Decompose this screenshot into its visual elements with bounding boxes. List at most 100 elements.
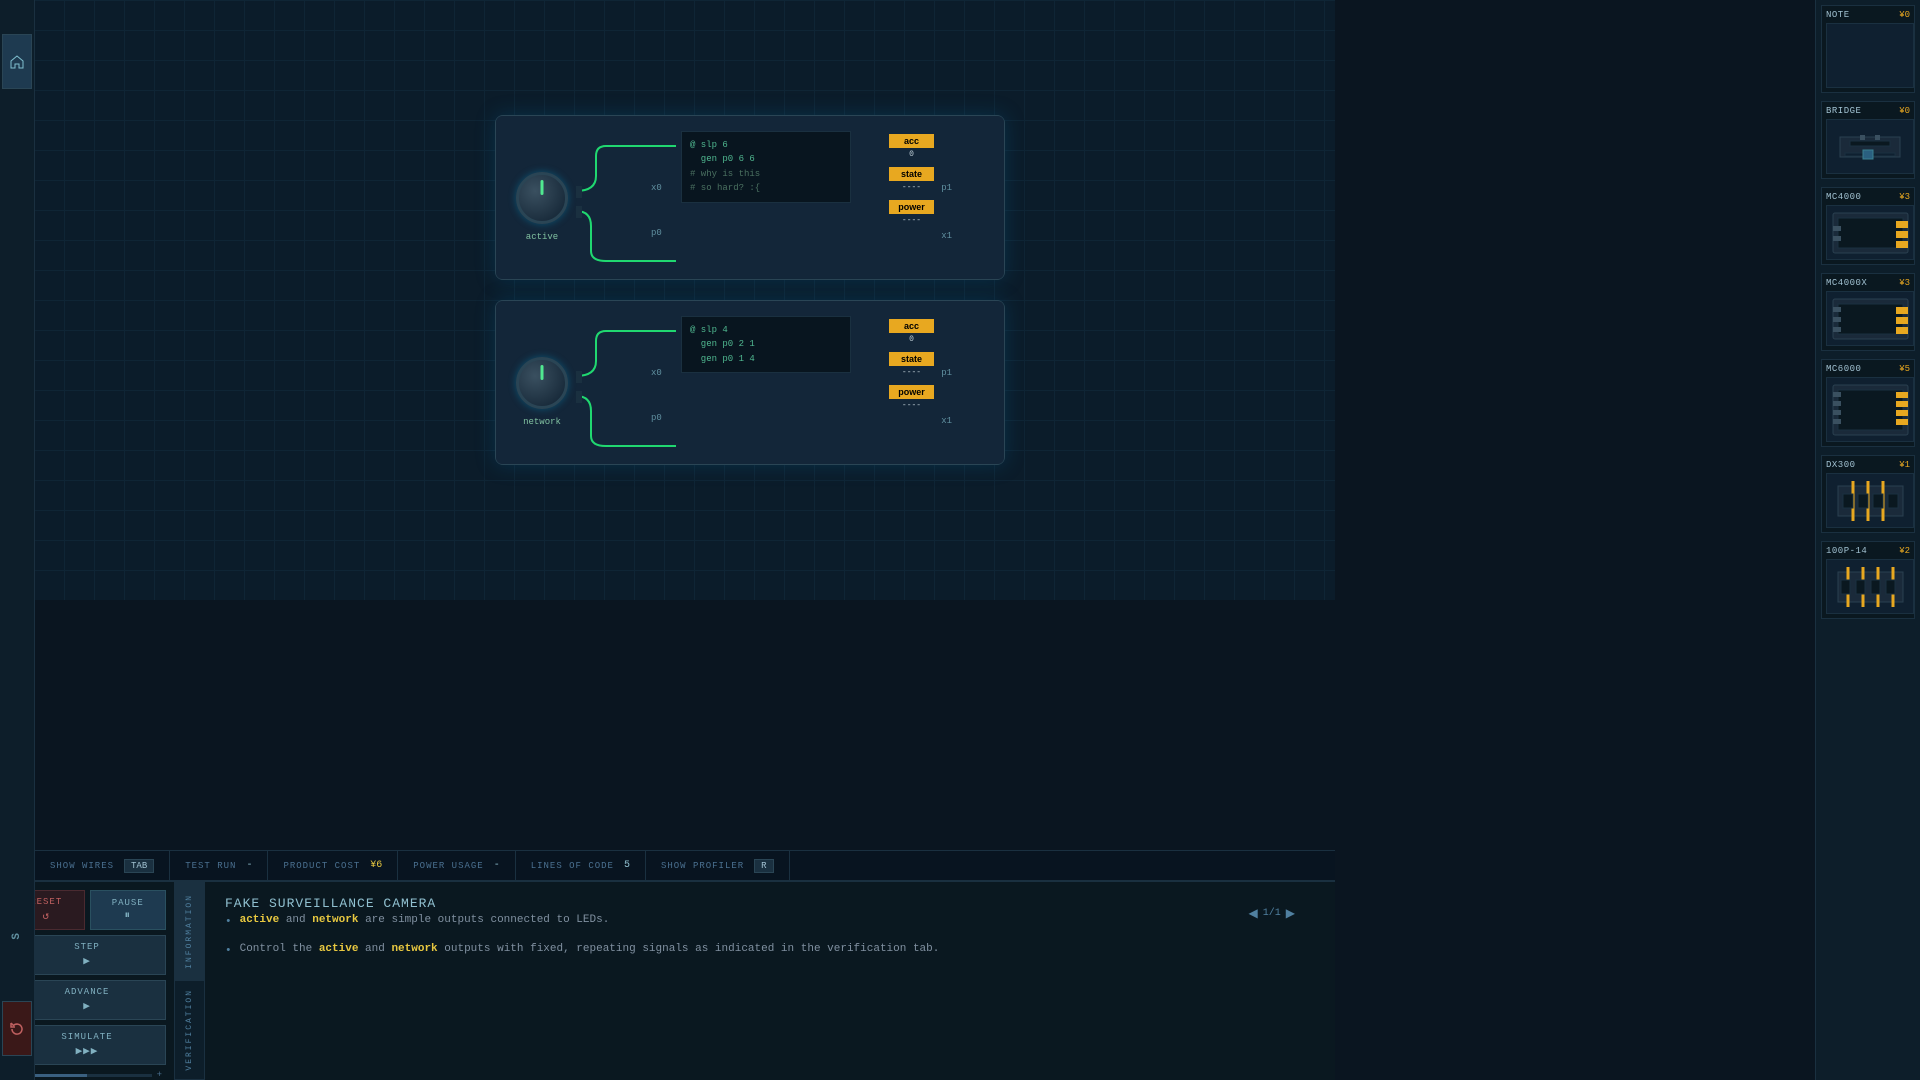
nav-prev-button[interactable]: ◀ bbox=[1248, 906, 1257, 920]
active-label: active bbox=[526, 232, 558, 242]
bullet-1-middle1: and bbox=[286, 914, 312, 926]
active-code-line-2: gen p0 6 6 bbox=[690, 152, 842, 166]
bullet-2: • Control the active and network outputs… bbox=[225, 941, 1315, 960]
active-acc-btn[interactable]: acc bbox=[889, 134, 934, 148]
network-p1-label: p1 bbox=[941, 368, 952, 378]
puzzle-nav: ◀ 1/1 ▶ bbox=[1248, 906, 1295, 920]
pause-label: PAUSE bbox=[112, 898, 144, 908]
active-state-val: ---- bbox=[902, 183, 921, 192]
bullet-2-keyword2: network bbox=[391, 943, 437, 955]
test-run-value: - bbox=[246, 860, 252, 871]
pause-icon: ⏸ bbox=[95, 910, 162, 922]
dx300-name: DX300 bbox=[1826, 460, 1856, 470]
mc6000-name: MC6000 bbox=[1826, 364, 1861, 374]
bridge-price: ¥0 bbox=[1899, 106, 1910, 116]
puzzle-title: FAKE SURVEILLANCE CAMERA bbox=[225, 896, 436, 911]
lines-of-code-label: LINES OF CODE bbox=[531, 861, 614, 871]
dx300-price: ¥1 bbox=[1899, 460, 1910, 470]
simulate-icon: ▶▶▶ bbox=[13, 1044, 161, 1058]
vol-plus: + bbox=[157, 1070, 162, 1080]
network-power-btn[interactable]: power bbox=[889, 385, 934, 399]
power-usage-value: - bbox=[494, 860, 500, 871]
mc4000x-price: ¥3 bbox=[1899, 278, 1910, 288]
bullet-1-after: are simple outputs connected to LEDs. bbox=[365, 914, 609, 926]
100p14-name: 100P-14 bbox=[1826, 546, 1867, 556]
reset-label: RESET bbox=[30, 897, 62, 907]
home-button[interactable] bbox=[2, 34, 32, 89]
bridge-preview bbox=[1826, 119, 1914, 174]
active-p1-label: p1 bbox=[941, 183, 952, 193]
mc6000-price: ¥5 bbox=[1899, 364, 1910, 374]
network-code-line-2: gen p0 2 1 bbox=[690, 337, 842, 351]
network-card: network x0 @ slp 4 gen p0 2 1 gen p0 1 4 bbox=[495, 300, 1005, 465]
advance-label: ADVANCE bbox=[65, 987, 110, 997]
status-bar: SHOW WIRES TAB TEST RUN - PRODUCT COST ¥… bbox=[35, 850, 1335, 880]
network-code-line-3: gen p0 1 4 bbox=[690, 352, 842, 366]
bullet-1-keyword1: active bbox=[240, 914, 280, 926]
active-power-val: ---- bbox=[902, 216, 921, 225]
network-power-val: ---- bbox=[902, 401, 921, 410]
right-sidebar: NOTE ¥0 BRIDGE ¥0 MC4000 ¥3 bbox=[1815, 0, 1920, 1080]
bottom-panel: RESET ↺ PAUSE ⏸ STEP ▶ ADVANCE ▶ SIMULAT… bbox=[0, 880, 1335, 1080]
nav-next-button[interactable]: ▶ bbox=[1286, 906, 1295, 920]
show-wires-segment[interactable]: SHOW WIRES TAB bbox=[35, 851, 170, 880]
show-profiler-key: R bbox=[754, 859, 773, 873]
bullet-2-after: outputs with fixed, repeating signals as… bbox=[444, 943, 939, 955]
tab-information[interactable]: INFORMATION bbox=[175, 882, 204, 981]
mc6000-preview bbox=[1826, 377, 1914, 442]
network-x1-label: x1 bbox=[941, 416, 952, 426]
test-run-segment: TEST RUN - bbox=[170, 851, 268, 880]
show-profiler-segment[interactable]: SHOW PROFILER R bbox=[646, 851, 790, 880]
network-x0-label: x0 bbox=[651, 368, 662, 378]
scorp-logo: S bbox=[0, 926, 35, 945]
scorp-text: S bbox=[11, 931, 23, 940]
component-dx300[interactable]: DX300 ¥1 bbox=[1821, 455, 1915, 533]
bullet-2-keyword1: active bbox=[319, 943, 359, 955]
component-bridge[interactable]: BRIDGE ¥0 bbox=[1821, 101, 1915, 179]
page-indicator: 1/1 bbox=[1263, 908, 1281, 919]
component-mc4000[interactable]: MC4000 ¥3 bbox=[1821, 187, 1915, 265]
component-mc6000[interactable]: MC6000 ¥5 bbox=[1821, 359, 1915, 447]
component-100p14[interactable]: 100P-14 ¥2 bbox=[1821, 541, 1915, 619]
info-tabs: INFORMATION VERIFICATION bbox=[175, 882, 205, 1080]
show-wires-key: TAB bbox=[124, 859, 154, 873]
network-state-btn[interactable]: state bbox=[889, 352, 934, 366]
active-power-btn[interactable]: power bbox=[889, 200, 934, 214]
power-usage-segment: POWER USAGE - bbox=[398, 851, 515, 880]
dx300-preview bbox=[1826, 473, 1914, 528]
undo-button[interactable] bbox=[2, 1001, 32, 1056]
power-usage-label: POWER USAGE bbox=[413, 861, 483, 871]
step-label: STEP bbox=[74, 942, 100, 952]
advance-icon: ▶ bbox=[13, 999, 161, 1013]
network-state-val: ---- bbox=[902, 368, 921, 377]
product-cost-label: PRODUCT COST bbox=[283, 861, 360, 871]
tab-verification[interactable]: VERIFICATION bbox=[175, 981, 204, 1080]
active-state-btn[interactable]: state bbox=[889, 167, 934, 181]
bullet-2-middle: and bbox=[365, 943, 391, 955]
network-code-line-1: @ slp 4 bbox=[690, 323, 842, 337]
active-card: active x0 @ slp 6 gen p0 6 6 # why is th… bbox=[495, 115, 1005, 280]
product-cost-value: ¥6 bbox=[370, 860, 382, 871]
tab-verification-label: VERIFICATION bbox=[185, 989, 194, 1071]
active-x0-label: x0 bbox=[651, 183, 662, 193]
mc4000-preview bbox=[1826, 205, 1914, 260]
info-content: FAKE SURVEILLANCE CAMERA ◀ 1/1 ▶ • activ… bbox=[205, 882, 1335, 1080]
product-cost-segment: PRODUCT COST ¥6 bbox=[268, 851, 398, 880]
active-knob bbox=[516, 172, 568, 224]
pause-button[interactable]: PAUSE ⏸ bbox=[90, 890, 167, 930]
mc4000-price: ¥3 bbox=[1899, 192, 1910, 202]
simulate-label: SIMULATE bbox=[61, 1032, 112, 1042]
note-price: ¥0 bbox=[1899, 10, 1910, 20]
active-code-comment-2: # so hard? :{ bbox=[690, 181, 842, 195]
network-acc-btn[interactable]: acc bbox=[889, 319, 934, 333]
network-label: network bbox=[523, 417, 561, 427]
component-note[interactable]: NOTE ¥0 bbox=[1821, 5, 1915, 93]
vol-slider[interactable] bbox=[22, 1074, 151, 1077]
component-mc4000x[interactable]: MC4000X ¥3 bbox=[1821, 273, 1915, 351]
bridge-name: BRIDGE bbox=[1826, 106, 1861, 116]
network-code: @ slp 4 gen p0 2 1 gen p0 1 4 bbox=[681, 316, 851, 373]
lines-of-code-segment: LINES OF CODE 5 bbox=[516, 851, 646, 880]
show-wires-label: SHOW WIRES bbox=[50, 861, 114, 871]
active-p0-label: p0 bbox=[651, 228, 662, 238]
mc4000x-preview bbox=[1826, 291, 1914, 346]
